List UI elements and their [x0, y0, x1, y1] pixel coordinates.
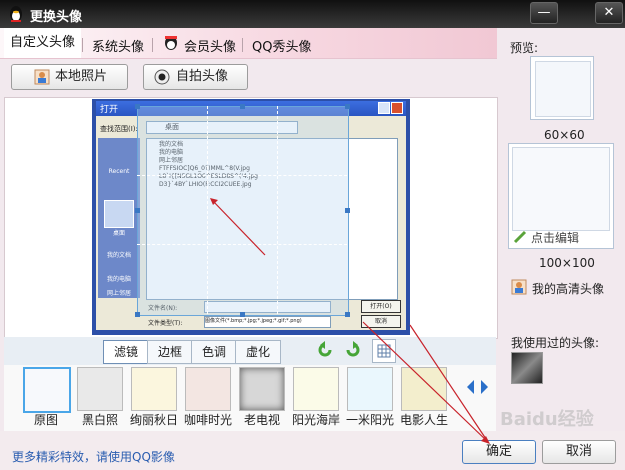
annotation-arrows [210, 198, 490, 444]
